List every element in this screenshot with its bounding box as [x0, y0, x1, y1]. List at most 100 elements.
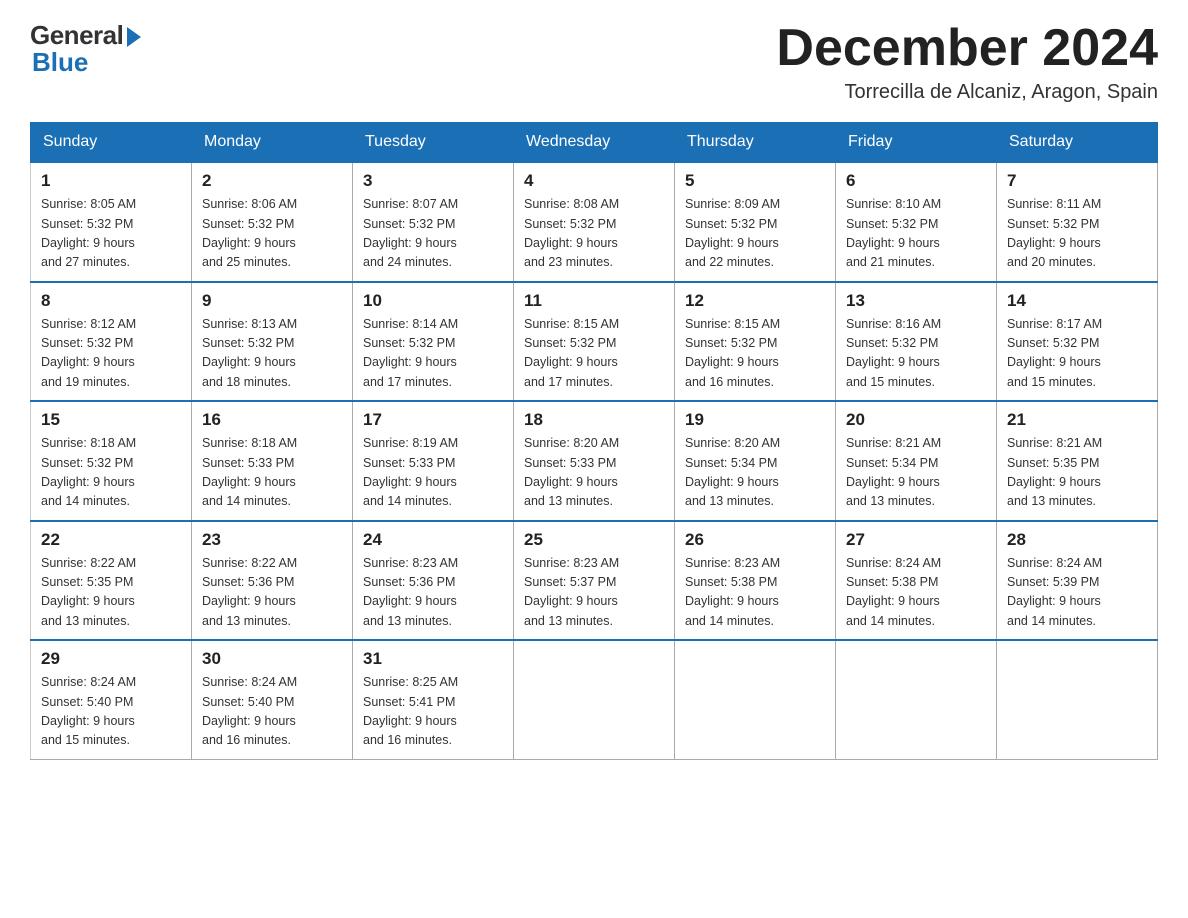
calendar-day-cell: 30 Sunrise: 8:24 AM Sunset: 5:40 PM Dayl… [192, 640, 353, 759]
calendar-day-cell: 12 Sunrise: 8:15 AM Sunset: 5:32 PM Dayl… [675, 282, 836, 402]
calendar-week-row: 29 Sunrise: 8:24 AM Sunset: 5:40 PM Dayl… [31, 640, 1158, 759]
calendar-day-cell: 23 Sunrise: 8:22 AM Sunset: 5:36 PM Dayl… [192, 521, 353, 641]
day-of-week-header: Wednesday [514, 123, 675, 163]
day-number: 30 [202, 649, 342, 669]
day-number: 20 [846, 410, 986, 430]
day-info: Sunrise: 8:18 AM Sunset: 5:32 PM Dayligh… [41, 434, 181, 512]
calendar-day-cell: 17 Sunrise: 8:19 AM Sunset: 5:33 PM Dayl… [353, 401, 514, 521]
day-number: 27 [846, 530, 986, 550]
location-subtitle: Torrecilla de Alcaniz, Aragon, Spain [776, 81, 1158, 104]
day-number: 5 [685, 171, 825, 191]
day-number: 23 [202, 530, 342, 550]
calendar-day-cell: 4 Sunrise: 8:08 AM Sunset: 5:32 PM Dayli… [514, 162, 675, 282]
day-number: 7 [1007, 171, 1147, 191]
calendar-header-row: SundayMondayTuesdayWednesdayThursdayFrid… [31, 123, 1158, 163]
calendar-day-cell: 10 Sunrise: 8:14 AM Sunset: 5:32 PM Dayl… [353, 282, 514, 402]
calendar-day-cell: 13 Sunrise: 8:16 AM Sunset: 5:32 PM Dayl… [836, 282, 997, 402]
day-number: 2 [202, 171, 342, 191]
logo-blue-text: Blue [32, 47, 88, 78]
day-info: Sunrise: 8:24 AM Sunset: 5:39 PM Dayligh… [1007, 554, 1147, 632]
calendar-table: SundayMondayTuesdayWednesdayThursdayFrid… [30, 122, 1158, 760]
calendar-day-cell: 11 Sunrise: 8:15 AM Sunset: 5:32 PM Dayl… [514, 282, 675, 402]
day-number: 29 [41, 649, 181, 669]
day-info: Sunrise: 8:05 AM Sunset: 5:32 PM Dayligh… [41, 195, 181, 273]
day-info: Sunrise: 8:23 AM Sunset: 5:38 PM Dayligh… [685, 554, 825, 632]
day-info: Sunrise: 8:11 AM Sunset: 5:32 PM Dayligh… [1007, 195, 1147, 273]
day-number: 10 [363, 291, 503, 311]
calendar-day-cell: 25 Sunrise: 8:23 AM Sunset: 5:37 PM Dayl… [514, 521, 675, 641]
day-number: 1 [41, 171, 181, 191]
calendar-day-cell: 31 Sunrise: 8:25 AM Sunset: 5:41 PM Dayl… [353, 640, 514, 759]
day-info: Sunrise: 8:15 AM Sunset: 5:32 PM Dayligh… [685, 315, 825, 393]
title-block: December 2024 Torrecilla de Alcaniz, Ara… [776, 20, 1158, 104]
page-header: General Blue December 2024 Torrecilla de… [30, 20, 1158, 104]
calendar-day-cell: 2 Sunrise: 8:06 AM Sunset: 5:32 PM Dayli… [192, 162, 353, 282]
calendar-day-cell: 27 Sunrise: 8:24 AM Sunset: 5:38 PM Dayl… [836, 521, 997, 641]
day-info: Sunrise: 8:23 AM Sunset: 5:36 PM Dayligh… [363, 554, 503, 632]
calendar-day-cell: 21 Sunrise: 8:21 AM Sunset: 5:35 PM Dayl… [997, 401, 1158, 521]
day-info: Sunrise: 8:21 AM Sunset: 5:35 PM Dayligh… [1007, 434, 1147, 512]
calendar-day-cell: 3 Sunrise: 8:07 AM Sunset: 5:32 PM Dayli… [353, 162, 514, 282]
month-year-title: December 2024 [776, 20, 1158, 77]
day-number: 6 [846, 171, 986, 191]
day-of-week-header: Tuesday [353, 123, 514, 163]
calendar-day-cell [997, 640, 1158, 759]
day-info: Sunrise: 8:20 AM Sunset: 5:33 PM Dayligh… [524, 434, 664, 512]
day-of-week-header: Friday [836, 123, 997, 163]
day-number: 28 [1007, 530, 1147, 550]
day-info: Sunrise: 8:20 AM Sunset: 5:34 PM Dayligh… [685, 434, 825, 512]
day-number: 25 [524, 530, 664, 550]
calendar-day-cell: 22 Sunrise: 8:22 AM Sunset: 5:35 PM Dayl… [31, 521, 192, 641]
day-of-week-header: Monday [192, 123, 353, 163]
day-info: Sunrise: 8:17 AM Sunset: 5:32 PM Dayligh… [1007, 315, 1147, 393]
day-info: Sunrise: 8:08 AM Sunset: 5:32 PM Dayligh… [524, 195, 664, 273]
day-of-week-header: Saturday [997, 123, 1158, 163]
day-info: Sunrise: 8:23 AM Sunset: 5:37 PM Dayligh… [524, 554, 664, 632]
calendar-day-cell: 9 Sunrise: 8:13 AM Sunset: 5:32 PM Dayli… [192, 282, 353, 402]
day-number: 18 [524, 410, 664, 430]
day-info: Sunrise: 8:09 AM Sunset: 5:32 PM Dayligh… [685, 195, 825, 273]
calendar-day-cell: 20 Sunrise: 8:21 AM Sunset: 5:34 PM Dayl… [836, 401, 997, 521]
day-number: 16 [202, 410, 342, 430]
day-info: Sunrise: 8:24 AM Sunset: 5:38 PM Dayligh… [846, 554, 986, 632]
calendar-day-cell: 7 Sunrise: 8:11 AM Sunset: 5:32 PM Dayli… [997, 162, 1158, 282]
calendar-day-cell: 18 Sunrise: 8:20 AM Sunset: 5:33 PM Dayl… [514, 401, 675, 521]
day-info: Sunrise: 8:19 AM Sunset: 5:33 PM Dayligh… [363, 434, 503, 512]
calendar-day-cell: 5 Sunrise: 8:09 AM Sunset: 5:32 PM Dayli… [675, 162, 836, 282]
day-number: 21 [1007, 410, 1147, 430]
day-info: Sunrise: 8:10 AM Sunset: 5:32 PM Dayligh… [846, 195, 986, 273]
calendar-week-row: 22 Sunrise: 8:22 AM Sunset: 5:35 PM Dayl… [31, 521, 1158, 641]
calendar-day-cell: 16 Sunrise: 8:18 AM Sunset: 5:33 PM Dayl… [192, 401, 353, 521]
calendar-day-cell: 19 Sunrise: 8:20 AM Sunset: 5:34 PM Dayl… [675, 401, 836, 521]
day-number: 4 [524, 171, 664, 191]
day-number: 19 [685, 410, 825, 430]
day-of-week-header: Thursday [675, 123, 836, 163]
day-info: Sunrise: 8:22 AM Sunset: 5:35 PM Dayligh… [41, 554, 181, 632]
calendar-day-cell [514, 640, 675, 759]
day-info: Sunrise: 8:18 AM Sunset: 5:33 PM Dayligh… [202, 434, 342, 512]
day-info: Sunrise: 8:25 AM Sunset: 5:41 PM Dayligh… [363, 673, 503, 751]
day-number: 24 [363, 530, 503, 550]
calendar-day-cell: 15 Sunrise: 8:18 AM Sunset: 5:32 PM Dayl… [31, 401, 192, 521]
calendar-day-cell: 28 Sunrise: 8:24 AM Sunset: 5:39 PM Dayl… [997, 521, 1158, 641]
day-info: Sunrise: 8:12 AM Sunset: 5:32 PM Dayligh… [41, 315, 181, 393]
day-info: Sunrise: 8:13 AM Sunset: 5:32 PM Dayligh… [202, 315, 342, 393]
day-number: 9 [202, 291, 342, 311]
day-number: 31 [363, 649, 503, 669]
day-number: 15 [41, 410, 181, 430]
day-info: Sunrise: 8:21 AM Sunset: 5:34 PM Dayligh… [846, 434, 986, 512]
day-info: Sunrise: 8:24 AM Sunset: 5:40 PM Dayligh… [202, 673, 342, 751]
day-of-week-header: Sunday [31, 123, 192, 163]
day-number: 12 [685, 291, 825, 311]
calendar-day-cell: 8 Sunrise: 8:12 AM Sunset: 5:32 PM Dayli… [31, 282, 192, 402]
day-info: Sunrise: 8:14 AM Sunset: 5:32 PM Dayligh… [363, 315, 503, 393]
calendar-week-row: 8 Sunrise: 8:12 AM Sunset: 5:32 PM Dayli… [31, 282, 1158, 402]
day-number: 17 [363, 410, 503, 430]
day-info: Sunrise: 8:07 AM Sunset: 5:32 PM Dayligh… [363, 195, 503, 273]
calendar-week-row: 1 Sunrise: 8:05 AM Sunset: 5:32 PM Dayli… [31, 162, 1158, 282]
day-number: 11 [524, 291, 664, 311]
calendar-day-cell: 14 Sunrise: 8:17 AM Sunset: 5:32 PM Dayl… [997, 282, 1158, 402]
day-info: Sunrise: 8:15 AM Sunset: 5:32 PM Dayligh… [524, 315, 664, 393]
day-number: 26 [685, 530, 825, 550]
day-number: 8 [41, 291, 181, 311]
